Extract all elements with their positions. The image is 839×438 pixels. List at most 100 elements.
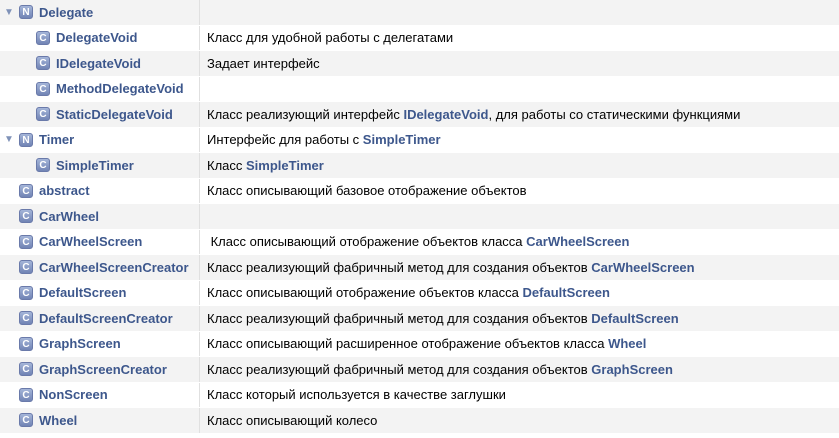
description-text: Класс реализующий интерфейс — [207, 106, 404, 122]
class-icon: C — [36, 107, 50, 122]
tree-row: C MethodDelegateVoid — [0, 76, 839, 102]
tree-row: ▼ N Delegate — [0, 0, 839, 26]
entry-name-link[interactable]: CarWheel — [39, 209, 99, 224]
entry-name-link[interactable]: GraphScreen — [39, 336, 121, 351]
tree-row: Cabstract Класс описывающий базовое отобр… — [0, 178, 839, 204]
description-link[interactable]: CarWheelScreen — [591, 260, 694, 275]
tree-row-name-cell: C DefaultScreen — [0, 280, 200, 305]
tree-row: ▼ N Timer Интерфейс для работы с SimpleTime… — [0, 127, 839, 153]
tree-row-name-cell: ▼ N Delegate — [0, 0, 200, 25]
entry-name-link[interactable]: abstract — [39, 183, 90, 198]
tree-row-name-cell: C DelegateVoid — [0, 25, 200, 50]
class-icon: C — [19, 183, 33, 198]
description-text: Класс описывающий отображение объектов к… — [207, 285, 523, 301]
entry-name-link[interactable]: StaticDelegateVoid — [56, 107, 173, 122]
entry-name-link[interactable]: CarWheelScreen — [39, 234, 142, 249]
description-text: Класс который используется в качестве за… — [207, 387, 506, 403]
class-icon: C — [19, 336, 33, 351]
entry-name-link[interactable]: DefaultScreenCreator — [39, 311, 173, 326]
tree-row-description: Класс который используется в качестве за… — [200, 387, 839, 402]
tree-row: C CarWheelScreenCreator Класс реализующий … — [0, 255, 839, 281]
class-icon: C — [19, 362, 33, 377]
tree-row-name-cell: C DefaultScreenCreator — [0, 306, 200, 331]
class-icon: C — [19, 209, 33, 224]
class-tree-table: ▼ N Delegate C DelegateVoid Класс для удобной… — [0, 0, 839, 434]
class-icon: C — [19, 234, 33, 249]
tree-row-name-cell: C NonScreen — [0, 382, 200, 407]
tree-row: C StaticDelegateVoid Класс реализующий инт… — [0, 102, 839, 128]
tree-row-description: Класс реализующий фабричный метод для со… — [200, 260, 839, 275]
tree-row-name-cell: ▼ N Timer — [0, 127, 200, 152]
class-icon: C — [19, 260, 33, 275]
tree-row: C GraphScreenCreator Класс реализующий фаб… — [0, 357, 839, 383]
tree-row-description: Класс SimpleTimer — [200, 158, 839, 173]
tree-row: C SimpleTimer Класс SimpleTimer — [0, 153, 839, 179]
entry-name-link[interactable]: SimpleTimer — [56, 158, 134, 173]
tree-row-name-cell: C IDelegateVoid — [0, 51, 200, 76]
class-icon: C — [19, 311, 33, 326]
description-link[interactable]: GraphScreen — [591, 362, 673, 377]
tree-row-description: Класс реализующий фабричный метод для со… — [200, 362, 839, 377]
tree-row-description: Класс реализующий интерфейс IDelegateVoi… — [200, 107, 839, 122]
class-icon: C — [36, 30, 50, 45]
entry-name-link[interactable]: DelegateVoid — [56, 30, 137, 45]
tree-row: C GraphScreen Класс описывающий расширенно… — [0, 331, 839, 357]
tree-row: C DelegateVoid Класс для удобной работы с … — [0, 25, 839, 51]
namespace-icon: N — [19, 132, 33, 147]
tree-row-description: Задает интерфейс — [200, 56, 839, 71]
entry-name-link[interactable]: GraphScreenCreator — [39, 362, 167, 377]
expand-arrow-icon[interactable]: ▼ — [3, 134, 15, 145]
tree-row-description: Класс описывающий базовое отображение об… — [200, 183, 839, 198]
tree-row-name-cell: C StaticDelegateVoid — [0, 102, 200, 127]
tree-row: C CarWheelScreen Класс описывающий отобра… — [0, 229, 839, 255]
tree-row-name-cell: C CarWheelScreenCreator — [0, 255, 200, 280]
class-icon: C — [36, 56, 50, 71]
description-text: Класс для удобной работы с делегатами — [207, 30, 454, 46]
tree-row: C DefaultScreenCreator Класс реализующий ф… — [0, 306, 839, 332]
tree-row-name-cell: C CarWheel — [0, 204, 200, 229]
description-link[interactable]: DefaultScreen — [591, 311, 678, 326]
tree-row-name-cell: C CarWheelScreen — [0, 229, 200, 254]
description-text: Класс описывающий колесо — [207, 412, 378, 428]
tree-row: C Wheel Класс описывающий колесо — [0, 408, 839, 434]
tree-row-name-cell: C MethodDelegateVoid — [0, 76, 200, 101]
tree-row-name-cell: C GraphScreenCreator — [0, 357, 200, 382]
entry-name-link[interactable]: MethodDelegateVoid — [56, 81, 184, 96]
namespace-icon: N — [19, 5, 33, 20]
tree-row-name-cell: C Wheel — [0, 408, 200, 433]
tree-row-description: Класс описывающий расширенное отображени… — [200, 336, 839, 351]
description-link[interactable]: Wheel — [608, 336, 646, 351]
tree-row: C NonScreen Класс который используется в к… — [0, 382, 839, 408]
entry-name-link[interactable]: Wheel — [39, 413, 77, 428]
description-text: Класс описывающий отображение объектов к… — [207, 234, 527, 250]
tree-row-name-cell: C GraphScreen — [0, 331, 200, 356]
tree-row-name-cell: Cabstract — [0, 178, 200, 203]
tree-row-description: Класс описывающий отображение объектов к… — [200, 234, 839, 249]
tree-row-name-cell: C SimpleTimer — [0, 153, 200, 178]
tree-row-description: Класс описывающий колесо — [200, 413, 839, 428]
entry-name-link[interactable]: DefaultScreen — [39, 285, 126, 300]
class-icon: C — [36, 81, 50, 96]
class-icon: C — [19, 387, 33, 402]
class-icon: C — [36, 158, 50, 173]
description-link[interactable]: SimpleTimer — [363, 132, 441, 147]
description-link[interactable]: IDelegateVoid — [403, 107, 488, 122]
description-link[interactable]: DefaultScreen — [523, 285, 610, 300]
description-text: , для работы со статическими функциями — [488, 106, 741, 122]
class-icon: C — [19, 413, 33, 428]
entry-name-link[interactable]: NonScreen — [39, 387, 108, 402]
tree-row-description: Класс описывающий отображение объектов к… — [200, 285, 839, 300]
tree-row-description: Класс реализующий фабричный метод для со… — [200, 311, 839, 326]
description-text: Интерфейс для работы с — [207, 132, 363, 148]
entry-name-link[interactable]: Timer — [39, 132, 74, 147]
description-text: Класс реализующий фабричный метод для со… — [207, 259, 592, 275]
description-link[interactable]: SimpleTimer — [246, 158, 324, 173]
description-link[interactable]: CarWheelScreen — [526, 234, 629, 249]
entry-name-link[interactable]: Delegate — [39, 5, 93, 20]
description-text: Класс описывающий базовое отображение об… — [207, 183, 527, 199]
tree-row: C CarWheel — [0, 204, 839, 230]
expand-arrow-icon[interactable]: ▼ — [3, 7, 15, 18]
tree-row-description: Интерфейс для работы с SimpleTimer — [200, 132, 839, 147]
entry-name-link[interactable]: CarWheelScreenCreator — [39, 260, 189, 275]
entry-name-link[interactable]: IDelegateVoid — [56, 56, 141, 71]
